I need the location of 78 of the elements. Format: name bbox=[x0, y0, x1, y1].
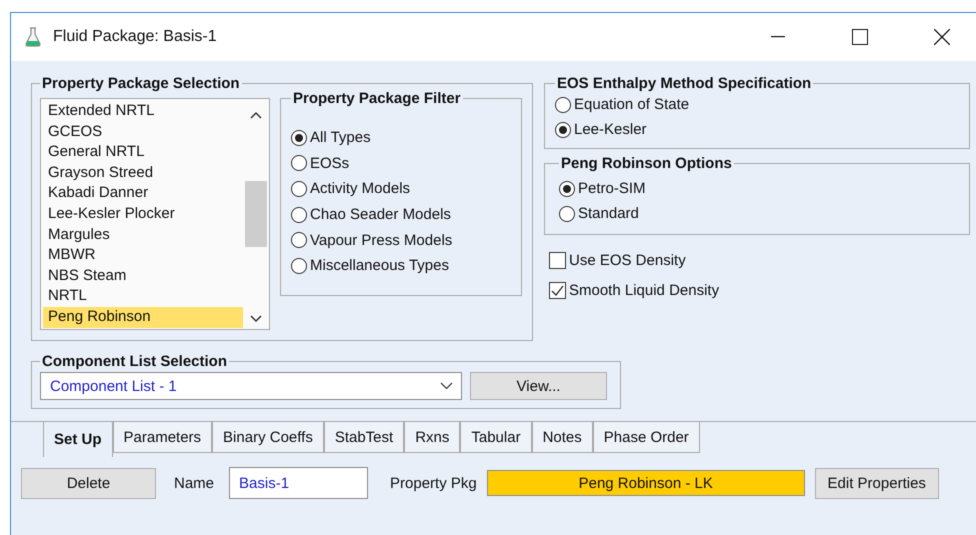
checkbox[interactable] bbox=[549, 252, 566, 268]
radio-label: Miscellaneous Types bbox=[310, 257, 449, 274]
radio-option[interactable]: Vapour Press Models bbox=[291, 227, 513, 253]
radio-label: All Types bbox=[310, 129, 371, 146]
radio-label: EOSs bbox=[310, 154, 350, 172]
tab[interactable]: Tabular bbox=[460, 422, 532, 453]
tab[interactable]: Notes bbox=[532, 422, 593, 453]
checkbox-label: Use EOS Density bbox=[569, 252, 686, 268]
list-item[interactable]: NRTL bbox=[43, 286, 243, 307]
list-item[interactable]: Grayson Streed bbox=[43, 162, 243, 184]
list-item[interactable]: GCEOS bbox=[43, 122, 243, 142]
radio-option[interactable]: Lee-Kesler bbox=[555, 117, 961, 142]
radio-button[interactable] bbox=[291, 206, 307, 223]
list-item[interactable]: NBS Steam bbox=[43, 266, 243, 286]
radio-button[interactable] bbox=[291, 155, 307, 172]
radio-label: Standard bbox=[578, 205, 639, 222]
chevron-down-icon bbox=[250, 315, 262, 323]
view-button[interactable]: View... bbox=[470, 372, 607, 400]
tab[interactable]: StabTest bbox=[324, 422, 404, 453]
radio-option[interactable]: EOSs bbox=[291, 150, 513, 176]
tab[interactable]: Parameters bbox=[112, 422, 212, 453]
scrollbar-thumb[interactable] bbox=[245, 181, 267, 247]
list-item[interactable]: MBWR bbox=[43, 245, 243, 266]
close-icon bbox=[934, 29, 950, 45]
radio-label: Activity Models bbox=[310, 180, 410, 198]
tab[interactable]: Phase Order bbox=[592, 422, 700, 453]
radio-button[interactable] bbox=[559, 180, 575, 196]
group-title: EOS Enthalpy Method Specification bbox=[556, 75, 812, 92]
radio-option[interactable]: Chao Seader Models bbox=[291, 202, 513, 228]
checkmark-icon bbox=[551, 284, 564, 296]
radio-button[interactable] bbox=[291, 130, 307, 146]
name-field[interactable]: Basis-1 bbox=[229, 467, 368, 499]
radio-button[interactable] bbox=[555, 122, 571, 138]
group-title: Property Package Selection bbox=[41, 75, 241, 92]
list-item[interactable]: Kabadi Danner bbox=[43, 183, 243, 204]
list-item[interactable]: Peng Robinson bbox=[43, 306, 243, 328]
chevron-down-icon bbox=[440, 382, 453, 390]
maximize-icon bbox=[852, 29, 868, 45]
checkbox-option[interactable]: Smooth Liquid Density bbox=[549, 275, 970, 305]
tab[interactable]: Binary Coeffs bbox=[212, 422, 324, 453]
list-item[interactable]: Extended NRTL bbox=[43, 101, 243, 122]
checkbox[interactable] bbox=[549, 282, 566, 298]
radio-label: Vapour Press Models bbox=[310, 232, 452, 249]
radio-button[interactable] bbox=[291, 232, 307, 248]
component-list-dropdown[interactable]: Component List - 1 bbox=[40, 372, 462, 400]
radio-button[interactable] bbox=[559, 206, 575, 222]
tab[interactable]: Set Up bbox=[43, 421, 113, 457]
tab[interactable]: Rxns bbox=[404, 422, 460, 453]
group-title: Peng Robinson Options bbox=[560, 155, 733, 172]
radio-button[interactable] bbox=[291, 258, 307, 274]
radio-label: Lee-Kesler bbox=[574, 121, 647, 138]
radio-option[interactable]: All Types bbox=[291, 125, 513, 151]
list-item[interactable]: Margules bbox=[43, 224, 243, 246]
group-title: Property Package Filter bbox=[292, 90, 462, 107]
radio-option[interactable]: Activity Models bbox=[291, 176, 513, 202]
name-label: Name bbox=[174, 474, 214, 492]
radio-label: Equation of State bbox=[574, 96, 690, 113]
property-pkg-field: Peng Robinson - LK bbox=[486, 470, 805, 496]
list-item[interactable]: General NRTL bbox=[43, 142, 243, 163]
radio-label: Chao Seader Models bbox=[310, 206, 451, 224]
checkbox-label: Smooth Liquid Density bbox=[569, 282, 720, 298]
radio-option[interactable]: Standard bbox=[559, 201, 961, 226]
radio-option[interactable]: Equation of State bbox=[555, 92, 961, 117]
window-title: Fluid Package: Basis-1 bbox=[53, 28, 218, 46]
list-item[interactable]: Lee-Kesler Plocker bbox=[43, 204, 243, 225]
edit-properties-button[interactable]: Edit Properties bbox=[814, 468, 939, 498]
radio-button[interactable] bbox=[555, 96, 571, 112]
minimize-icon bbox=[771, 36, 785, 38]
checkbox-option[interactable]: Use EOS Density bbox=[549, 245, 970, 275]
radio-button[interactable] bbox=[291, 180, 307, 197]
radio-option[interactable]: Miscellaneous Types bbox=[291, 252, 513, 279]
property-pkg-label: Property Pkg bbox=[390, 474, 477, 492]
radio-option[interactable]: Petro-SIM bbox=[559, 176, 961, 201]
group-title: Component List Selection bbox=[41, 353, 228, 370]
flask-icon bbox=[25, 27, 41, 47]
radio-label: Petro-SIM bbox=[578, 180, 646, 197]
delete-button[interactable]: Delete bbox=[21, 468, 156, 498]
chevron-up-icon bbox=[250, 111, 262, 119]
